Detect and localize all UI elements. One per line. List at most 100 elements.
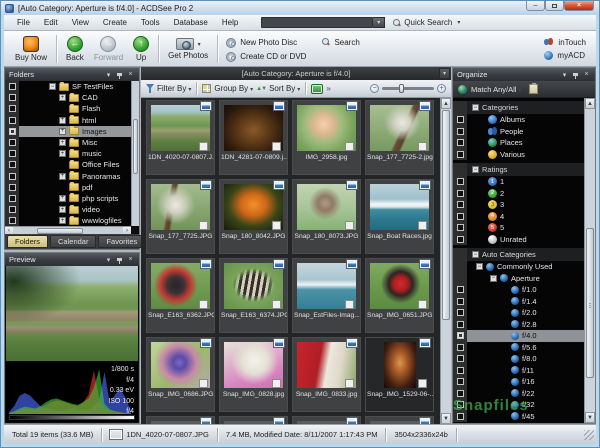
thumbnail[interactable]: Snap_177_7725-2.jpg [363,98,436,177]
category-checkbox[interactable] [457,190,464,197]
organize-tree-item[interactable]: − Categories [453,101,584,114]
thumbnail[interactable]: Snap_180_8042.JPG [217,177,290,256]
thumbnail[interactable]: Snap_180_8073.JPG [290,177,363,256]
easy-select-gutter[interactable] [5,81,19,92]
panel-close-icon[interactable]: × [126,255,135,264]
organize-tree-item[interactable]: 4 4 [453,211,584,223]
organize-tree-item[interactable]: − Aperture [453,273,584,285]
expander-icon[interactable]: − [472,251,479,258]
scrollbar-thumb[interactable] [442,110,450,320]
category-checkbox[interactable] [457,344,464,351]
category-checkbox[interactable] [457,286,464,293]
create-cd-dvd-button[interactable]: Create CD or DVD [226,52,306,62]
organize-tree-item[interactable]: Unrated [453,234,584,246]
easy-select-gutter[interactable] [453,399,467,411]
organize-tree-item[interactable]: 1 1 [453,176,584,188]
folder-tree-item[interactable]: + video [5,204,131,215]
easy-select-gutter[interactable] [453,163,467,176]
folder-checkbox[interactable] [9,195,16,202]
folder-checkbox[interactable] [9,117,16,124]
easy-select-gutter[interactable] [453,284,467,296]
organize-tree-item[interactable]: f/1.4 [453,296,584,308]
panel-close-icon[interactable]: × [126,70,135,79]
easy-select-gutter[interactable] [453,234,467,246]
organize-tree-item[interactable]: Places [453,137,584,149]
expander-icon[interactable]: + [59,139,66,146]
thumbnail-checkbox[interactable] [345,142,354,151]
preview-panel-header[interactable]: Preview ▾ × [5,253,139,266]
folder-tree-item[interactable]: + Panoramas [5,171,131,182]
folder-tree-item[interactable]: + Images [5,126,131,137]
organize-tree-item[interactable]: f/4.0 [453,330,584,342]
easy-select-gutter[interactable] [453,222,467,234]
panel-menu-icon[interactable]: ▾ [560,70,569,79]
panel-close-icon[interactable]: × [582,70,591,79]
organize-tree-item[interactable]: f/2.0 [453,307,584,319]
folder-tree-item[interactable]: + php scripts [5,193,131,204]
folder-tree-item[interactable]: + music [5,148,131,159]
expander-icon[interactable]: + [59,150,66,157]
expander-icon[interactable]: − [476,263,483,270]
easy-select-gutter[interactable] [453,319,467,331]
folder-checkbox[interactable] [9,173,16,180]
folders-panel-header[interactable]: Folders ▾ × [5,68,139,81]
thumbnail-checkbox[interactable] [345,379,354,388]
expander-icon[interactable]: + [59,173,66,180]
organize-tree-item[interactable]: − Auto Categories [453,248,584,261]
category-checkbox[interactable] [457,367,464,374]
easy-select-gutter[interactable] [5,171,19,182]
category-checkbox[interactable] [457,401,464,408]
easy-select-gutter[interactable] [453,211,467,223]
easy-select-gutter[interactable] [453,365,467,377]
easy-select-gutter[interactable] [453,101,467,114]
thumbnail[interactable]: Snap_IMG_0686.JPG [144,335,217,414]
menu-item[interactable]: Help [215,18,245,27]
title-bar[interactable]: [Auto Category: Aperture is f/4.0] - ACD… [1,1,599,15]
thumbnail-checkbox[interactable] [199,221,208,230]
menu-item[interactable]: File [10,18,37,27]
thumbnail-checkbox[interactable] [199,142,208,151]
thumbnail-checkbox[interactable] [418,300,427,309]
category-checkbox[interactable] [457,224,464,231]
zoom-in-button[interactable]: + [437,84,446,93]
scroll-up-arrow[interactable]: ▲ [441,98,451,109]
folder-checkbox[interactable] [9,105,16,112]
match-any-all-button[interactable]: Match Any/All [471,85,521,94]
organize-tree-item[interactable]: Albums [453,114,584,126]
expander-icon[interactable]: + [59,117,66,124]
folder-checkbox[interactable] [9,184,16,191]
zoom-out-button[interactable]: − [370,84,379,93]
scrollbar-thumb[interactable] [586,228,594,378]
thumbnail[interactable]: Snap_Boat Races.jpg [363,177,436,256]
easy-select-gutter[interactable] [453,411,467,423]
expander-icon[interactable]: + [59,206,66,213]
easy-select-gutter[interactable] [5,126,19,137]
expander-icon[interactable]: + [59,128,66,135]
minimize-button[interactable]: – [526,1,545,11]
easy-select-gutter[interactable] [453,126,467,138]
expander-icon[interactable]: − [472,166,479,173]
thumbnail[interactable] [363,414,436,424]
folder-tree-item[interactable]: Flash [5,103,131,114]
thumbnail[interactable] [217,414,290,424]
organize-panel-header[interactable]: Organize ▾ × [453,68,595,81]
easy-select-gutter[interactable] [453,199,467,211]
easy-select-gutter[interactable] [5,92,19,103]
thumbnail-checkbox[interactable] [272,300,281,309]
category-checkbox[interactable] [457,139,464,146]
easy-select-gutter[interactable] [453,248,467,261]
folder-tree-item[interactable]: + CAD [5,92,131,103]
thumbnail[interactable]: Snap_IMG_0651.JPG [363,256,436,335]
easy-select-gutter[interactable] [453,307,467,319]
panel-tab[interactable]: Folders [7,235,48,248]
folder-checkbox[interactable] [9,150,16,157]
category-checkbox[interactable] [457,332,464,339]
folder-tree-item[interactable]: − SF TestFiles [5,81,131,92]
sort-by-button[interactable]: Sort By [269,84,300,93]
easy-select-gutter[interactable] [453,149,467,161]
organize-tree-item[interactable]: f/11 [453,365,584,377]
folder-checkbox[interactable] [9,139,16,146]
expander-icon[interactable]: − [49,83,56,90]
easy-select-gutter[interactable] [453,330,467,342]
easy-select-gutter[interactable] [453,342,467,354]
